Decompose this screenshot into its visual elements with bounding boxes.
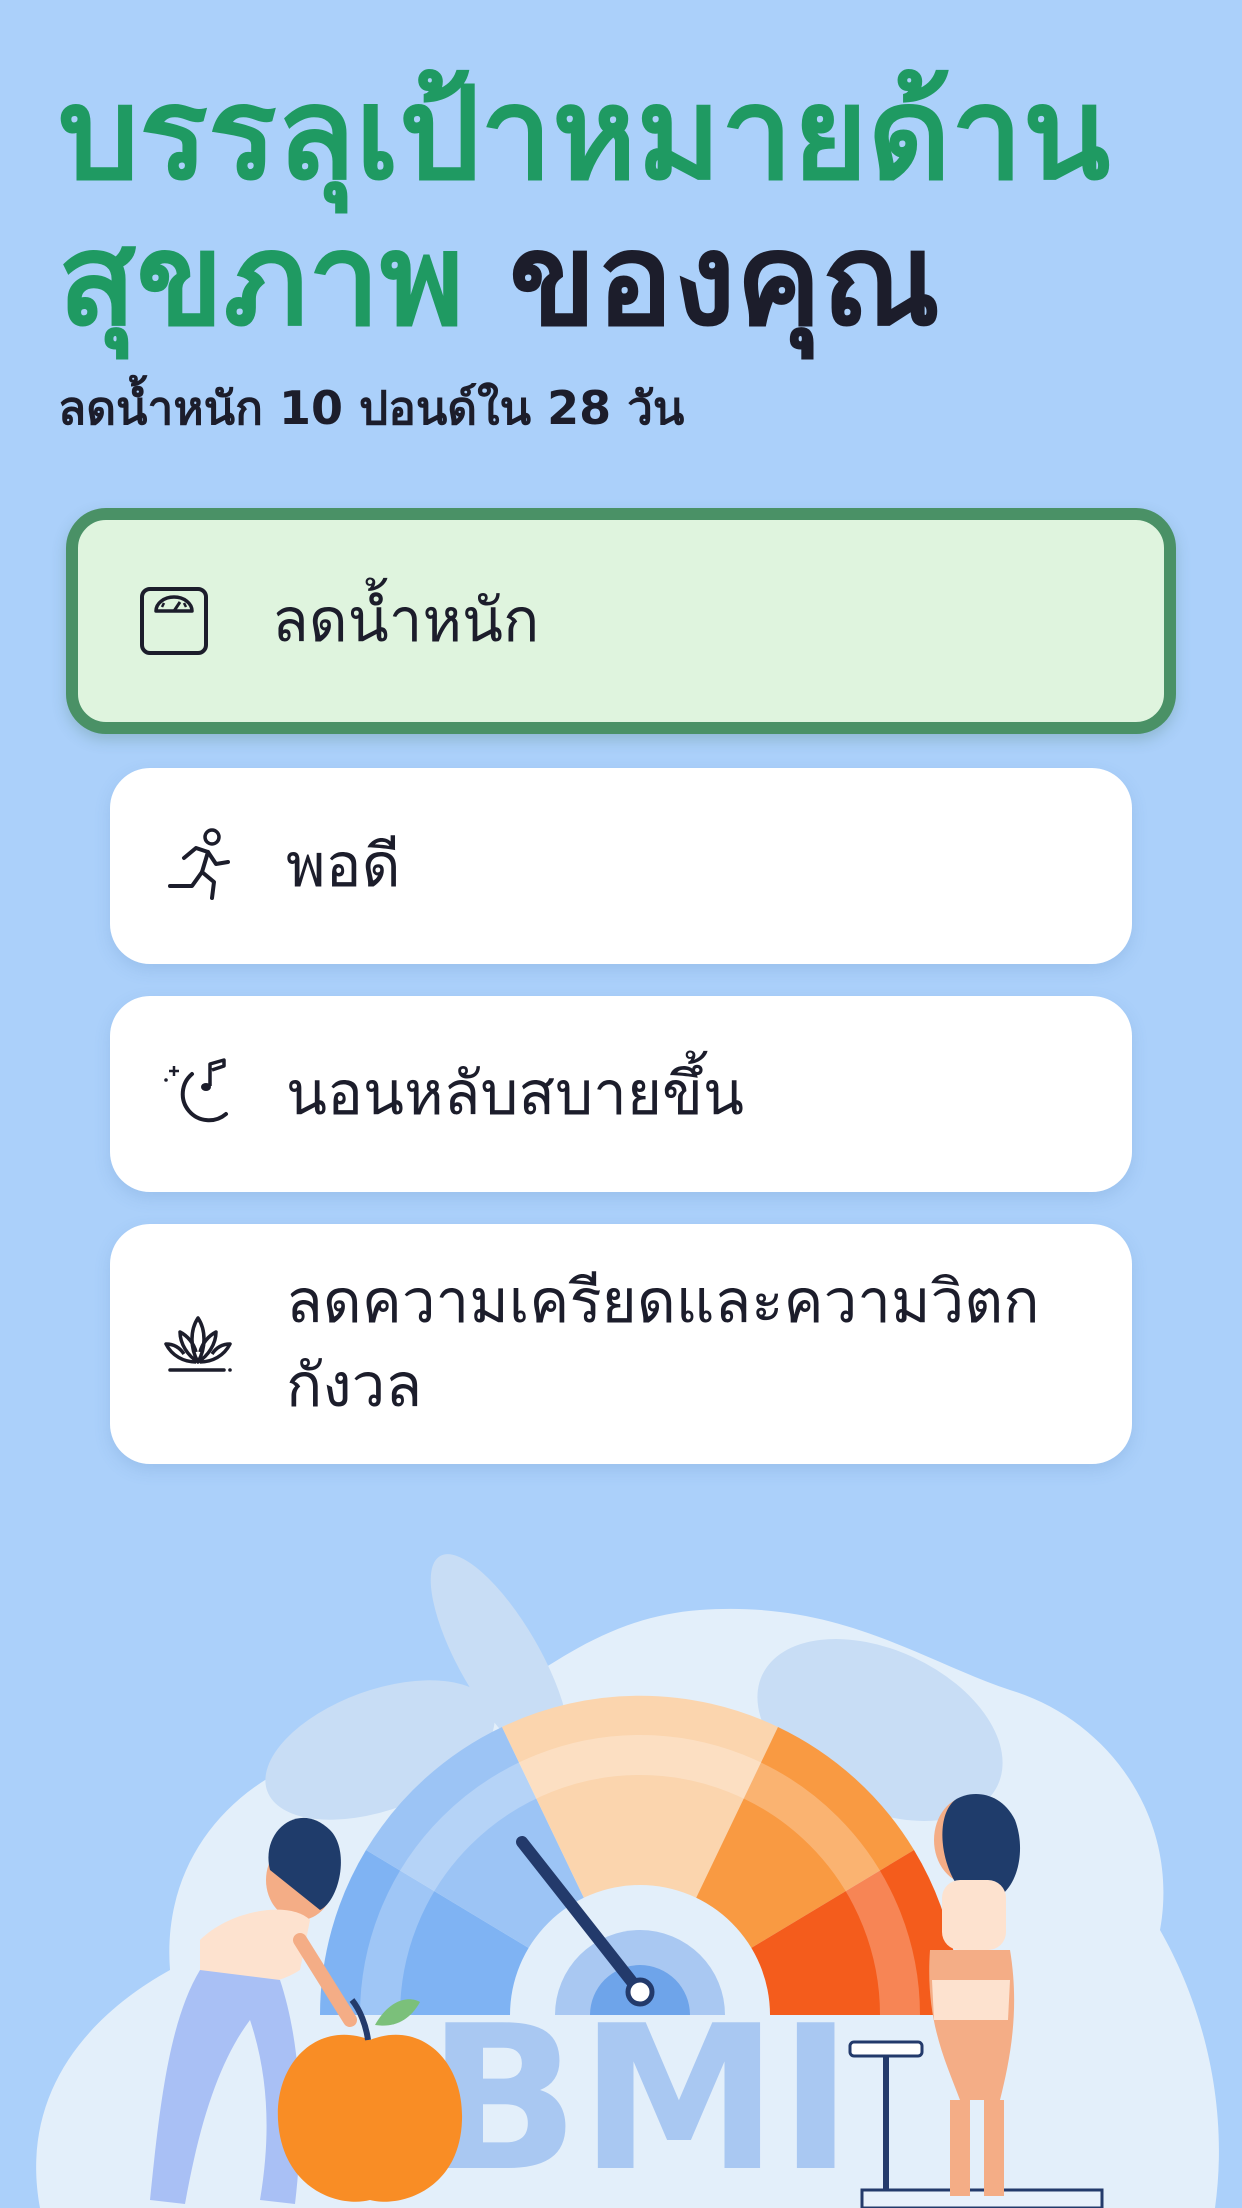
bmi-text: BMI <box>427 1983 853 2208</box>
goal-label: พอดี <box>286 831 401 901</box>
goal-option-fit[interactable]: พอดี <box>110 768 1132 964</box>
page-title: บรรลุเป้าหมายด้านสุขภาพ ของคุณ <box>58 62 1198 354</box>
goal-option-reduce-stress[interactable]: ลดความเครียดและความวิตกกังวล <box>110 1224 1132 1464</box>
scale-icon <box>138 585 210 657</box>
goal-label: ลดน้ำหนัก <box>272 586 540 656</box>
lotus-icon <box>162 1308 234 1380</box>
moon-music-icon <box>162 1058 234 1130</box>
goal-label: นอนหลับสบายขึ้น <box>286 1059 745 1129</box>
goal-option-sleep[interactable]: นอนหลับสบายขึ้น <box>110 996 1132 1192</box>
goal-option-lose-weight[interactable]: ลดน้ำหนัก <box>66 508 1176 734</box>
running-person-icon <box>162 828 234 902</box>
goal-label: ลดความเครียดและความวิตกกังวล <box>286 1267 1040 1421</box>
bmi-illustration: BMI <box>36 1554 1219 2208</box>
title-dark: ของคุณ <box>508 206 941 355</box>
page-subtitle: ลดน้ำหนัก 10 ปอนด์ใน 28 วัน <box>58 381 685 435</box>
